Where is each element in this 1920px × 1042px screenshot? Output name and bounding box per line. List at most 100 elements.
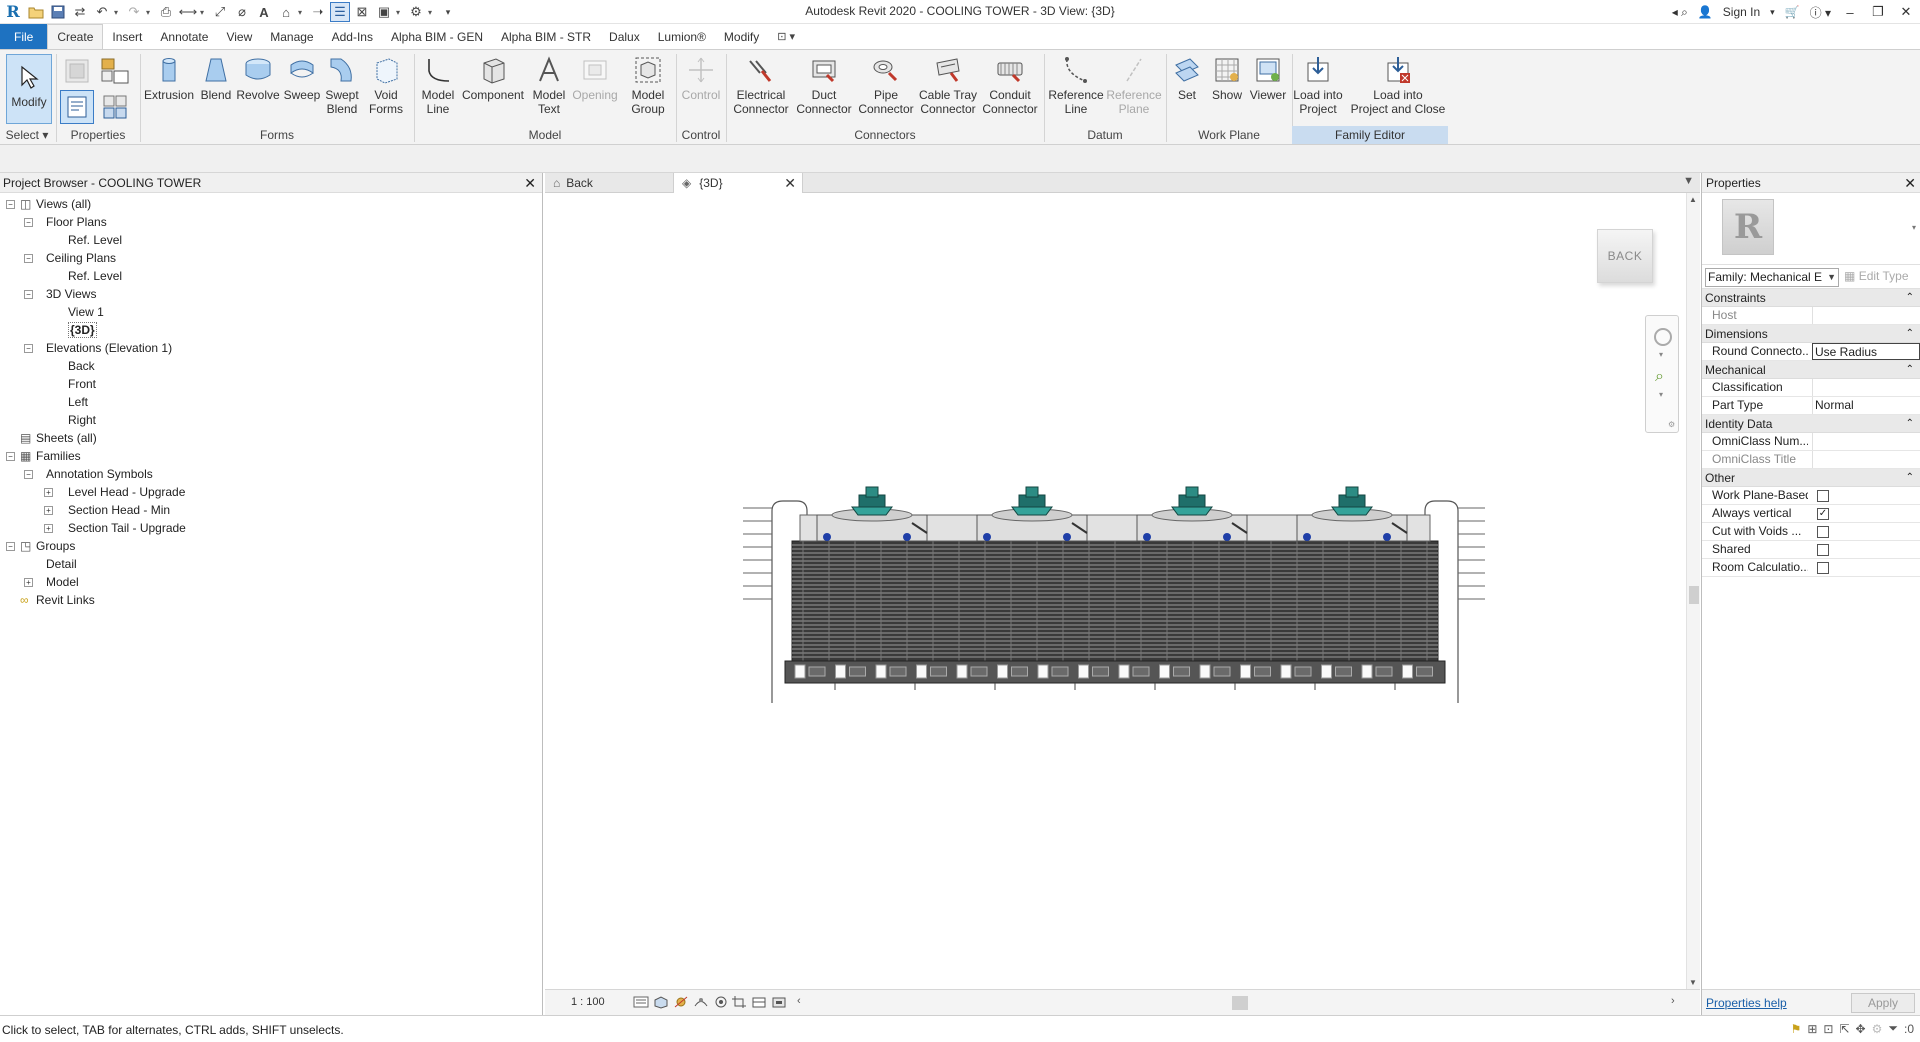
text-icon[interactable]: A: [254, 2, 274, 22]
duct-connector-button[interactable]: Duct Connector: [794, 54, 854, 116]
collapse-icon[interactable]: −: [6, 452, 15, 461]
crop-view-icon[interactable]: [731, 995, 747, 1009]
collapse-icon[interactable]: −: [6, 200, 15, 209]
zoom-icon[interactable]: ⌕: [1655, 368, 1664, 386]
collapse-icon[interactable]: −: [24, 254, 33, 263]
cable-tray-connector-button[interactable]: Cable Tray Connector: [918, 54, 978, 116]
unlocked-3d-view-icon[interactable]: [751, 995, 767, 1009]
thin-lines-icon[interactable]: ☰: [330, 2, 350, 22]
reference-line-button[interactable]: Reference Line: [1048, 54, 1104, 116]
drag-on-selection-icon[interactable]: ✥: [1856, 1022, 1866, 1036]
show-work-plane-button[interactable]: Show: [1208, 54, 1246, 102]
type-selector[interactable]: R ▾: [1702, 193, 1920, 265]
help-icon[interactable]: ⓘ ▾: [1805, 0, 1836, 24]
tree-node[interactable]: − 3D Views: [0, 285, 542, 303]
tab-create[interactable]: Create: [47, 24, 104, 49]
select-links-icon[interactable]: ⚑: [1791, 1022, 1802, 1036]
ribbon-display-toggle-icon[interactable]: ⊡ ▾: [768, 24, 804, 49]
horizontal-scrollbar[interactable]: [807, 996, 1669, 1010]
close-window-button[interactable]: ✕: [1892, 4, 1920, 20]
properties-help-link[interactable]: Properties help: [1706, 996, 1787, 1010]
expand-icon[interactable]: +: [24, 578, 33, 587]
tree-node[interactable]: − Elevations (Elevation 1): [0, 339, 542, 357]
section-icon[interactable]: ➝: [308, 2, 328, 22]
edit-type-button[interactable]: ▦ Edit Type: [1844, 269, 1909, 283]
collapse-icon[interactable]: −: [24, 470, 33, 479]
aligned-dimension-icon[interactable]: ⤢: [210, 2, 230, 22]
view-scale[interactable]: 1 : 100: [571, 996, 605, 1008]
view-tab-back[interactable]: ⌂ Back: [545, 173, 673, 193]
collapse-group-icon[interactable]: ⌃: [1906, 361, 1914, 379]
collapse-group-icon[interactable]: ⌃: [1906, 415, 1914, 433]
tag-icon[interactable]: ⌀: [232, 2, 252, 22]
select-panel-dropdown[interactable]: Select ▾: [2, 126, 52, 144]
tab-lumion[interactable]: Lumion®: [649, 24, 715, 49]
tree-node[interactable]: Back: [0, 357, 542, 375]
collapse-group-icon[interactable]: ⌃: [1906, 289, 1914, 307]
tree-node[interactable]: − Annotation Symbols: [0, 465, 542, 483]
scroll-left-icon[interactable]: ‹: [797, 995, 801, 1007]
steering-wheel-icon[interactable]: [1654, 328, 1672, 346]
expand-icon[interactable]: +: [44, 488, 53, 497]
select-pinned-icon[interactable]: ⊡: [1823, 1022, 1833, 1036]
load-into-project-button[interactable]: Load into Project: [1290, 54, 1346, 116]
tree-node[interactable]: ▤ Sheets (all): [0, 429, 542, 447]
tree-node[interactable]: Ref. Level: [0, 267, 542, 285]
sweep-button[interactable]: Sweep: [282, 54, 322, 102]
model-group-button[interactable]: Model Group: [626, 54, 670, 116]
infocenter-search-icon[interactable]: ◂ ⌕: [1667, 0, 1693, 24]
tab-alpha-bim-gen[interactable]: Alpha BIM - GEN: [382, 24, 492, 49]
tree-node[interactable]: View 1: [0, 303, 542, 321]
tree-node[interactable]: {3D}: [0, 321, 542, 339]
open-icon[interactable]: [26, 2, 46, 22]
property-checkbox[interactable]: [1817, 526, 1829, 538]
tab-add-ins[interactable]: Add-Ins: [323, 24, 382, 49]
vertical-scroll-thumb[interactable]: [1689, 586, 1699, 604]
type-selector-dropdown-icon[interactable]: ▾: [1912, 223, 1916, 232]
tree-node[interactable]: − Floor Plans: [0, 213, 542, 231]
reference-plane-button[interactable]: Reference Plane: [1106, 54, 1162, 116]
tab-view[interactable]: View: [217, 24, 261, 49]
drawing-area[interactable]: BACK ▾ ⌕ ▾ ⚙ ▲ ▼: [545, 193, 1700, 989]
tree-node[interactable]: Detail: [0, 555, 542, 573]
tab-dalux[interactable]: Dalux: [600, 24, 649, 49]
blend-button[interactable]: Blend: [196, 54, 236, 102]
temporary-hide-isolate-icon[interactable]: [771, 995, 787, 1009]
undo-icon[interactable]: ↶: [92, 2, 112, 22]
collapse-group-icon[interactable]: ⌃: [1906, 469, 1914, 487]
filter-icon[interactable]: ⏷: [1888, 1021, 1898, 1036]
detail-level-icon[interactable]: [633, 995, 649, 1009]
default-3d-view-icon[interactable]: ⌂: [276, 2, 296, 22]
property-group-header[interactable]: Constraints ⌃: [1702, 289, 1920, 307]
revit-logo-icon[interactable]: R: [4, 3, 22, 21]
collapse-icon[interactable]: −: [24, 218, 33, 227]
view-tab-menu-icon[interactable]: ▼: [1683, 175, 1694, 187]
tree-node[interactable]: Ref. Level: [0, 231, 542, 249]
void-forms-button[interactable]: Void Forms: [366, 54, 406, 116]
zoom-dropdown-icon[interactable]: ▾: [1659, 390, 1663, 399]
property-value[interactable]: Normal: [1812, 397, 1920, 414]
viewcube[interactable]: BACK: [1597, 229, 1653, 283]
tree-node[interactable]: Right: [0, 411, 542, 429]
property-value[interactable]: [1812, 433, 1920, 450]
type-properties-button[interactable]: [98, 90, 132, 124]
switch-windows-icon[interactable]: ▣: [374, 2, 394, 22]
customize-qat-icon[interactable]: ▾: [438, 2, 458, 22]
tab-alpha-bim-str[interactable]: Alpha BIM - STR: [492, 24, 600, 49]
tab-annotate[interactable]: Annotate: [151, 24, 217, 49]
opening-button[interactable]: Opening: [572, 54, 618, 102]
model-line-button[interactable]: Model Line: [418, 54, 458, 116]
tab-modify[interactable]: Modify: [715, 24, 768, 49]
property-checkbox[interactable]: ✓: [1817, 508, 1829, 520]
visual-style-icon[interactable]: [653, 995, 669, 1009]
tree-node[interactable]: ∞ Revit Links: [0, 591, 542, 609]
sync-icon[interactable]: ⇄: [70, 2, 90, 22]
collapse-group-icon[interactable]: ⌃: [1906, 325, 1914, 343]
swept-blend-button[interactable]: Swept Blend: [322, 54, 362, 116]
save-icon[interactable]: [48, 2, 68, 22]
close-hidden-windows-icon[interactable]: ⊠: [352, 2, 372, 22]
print-icon[interactable]: ⎙: [156, 2, 176, 22]
property-group-header[interactable]: Mechanical ⌃: [1702, 361, 1920, 379]
scroll-down-icon[interactable]: ▼: [1689, 978, 1697, 987]
navbar-options-icon[interactable]: ⚙: [1668, 420, 1675, 429]
